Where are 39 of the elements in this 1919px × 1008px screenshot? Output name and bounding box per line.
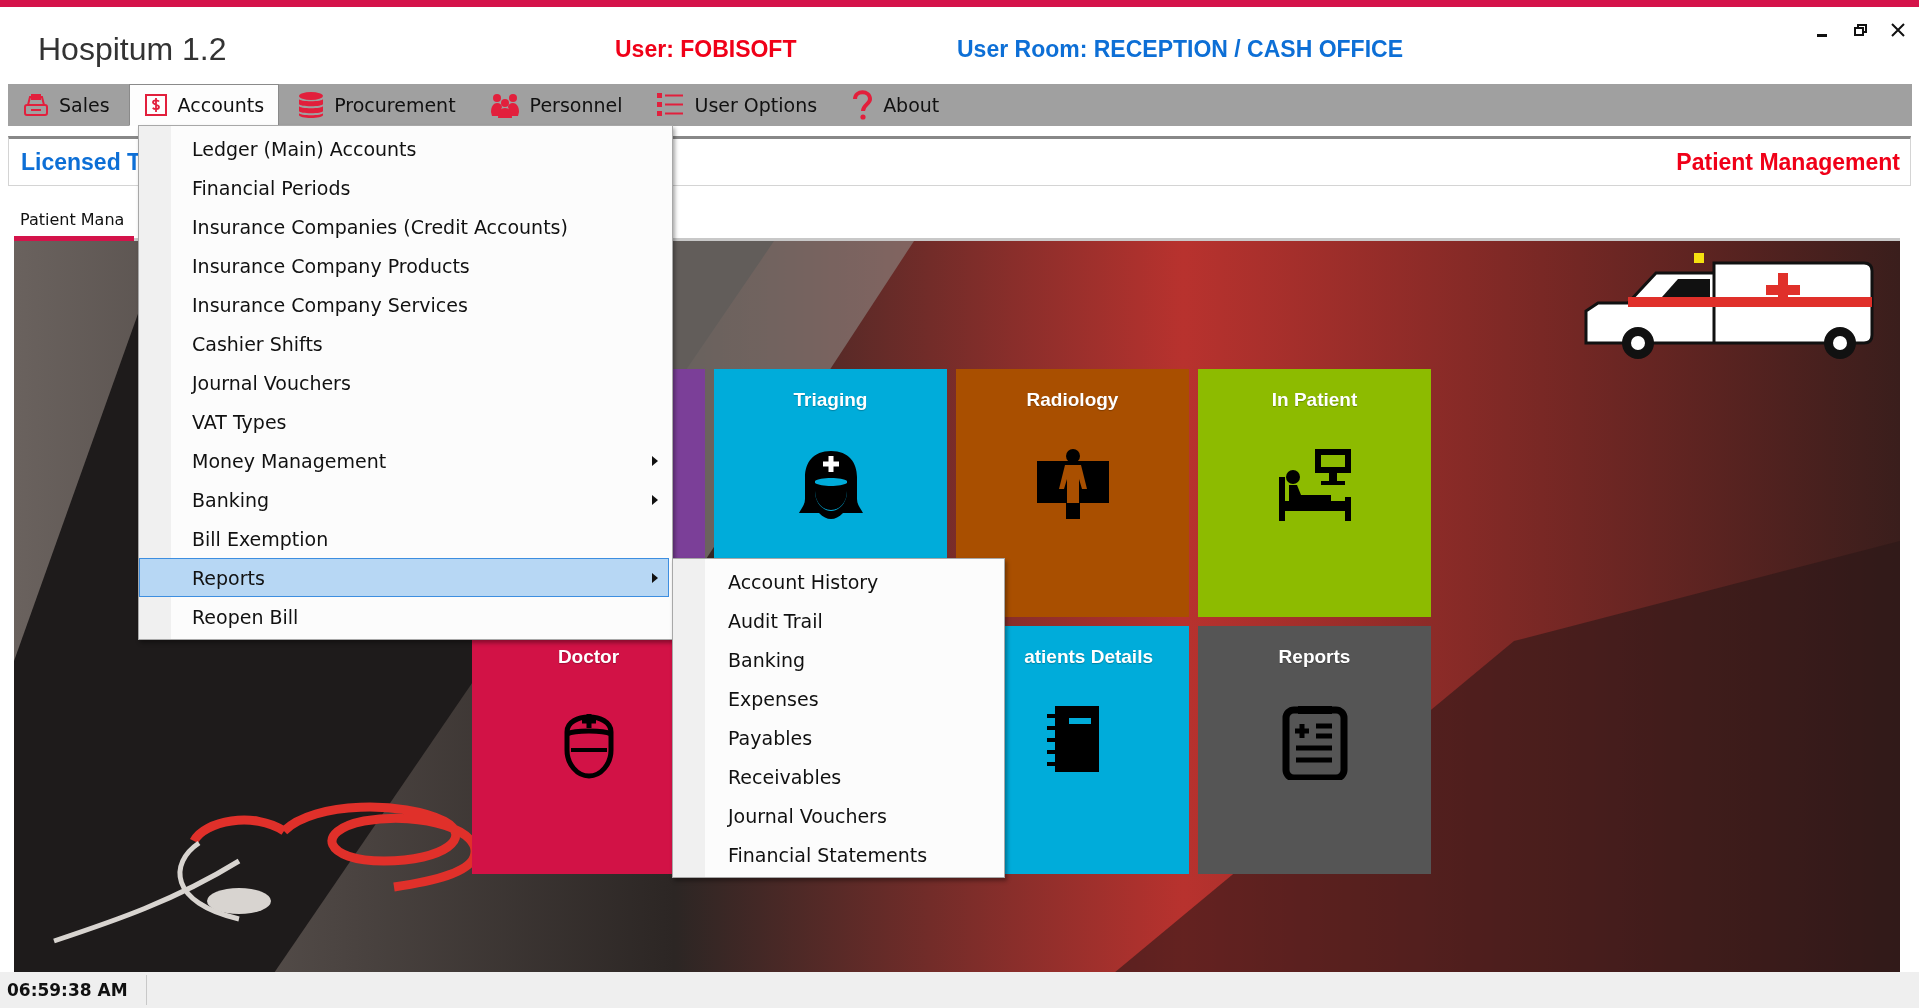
menu-item[interactable]: Cashier Shifts	[139, 324, 669, 363]
menu-item[interactable]: Reports	[139, 558, 669, 597]
menu-item[interactable]: Money Management	[139, 441, 669, 480]
menu-item[interactable]: Journal Vouchers	[139, 363, 669, 402]
menu-item[interactable]: Accounts	[128, 84, 280, 126]
menu-item[interactable]: About	[836, 84, 955, 126]
submenu-arrow-icon	[652, 456, 658, 466]
room-label: User Room: RECEPTION / CASH OFFICE	[957, 36, 1403, 63]
close-icon	[1891, 23, 1905, 37]
submenu-arrow-icon	[652, 573, 658, 583]
list-icon	[656, 92, 685, 118]
question-icon	[851, 90, 874, 120]
minimize-icon	[1817, 33, 1827, 37]
tile[interactable]: Radiology	[956, 369, 1189, 617]
people-icon	[489, 92, 520, 118]
menu-item[interactable]: Ledger (Main) Accounts	[139, 129, 669, 168]
cash-register-icon	[23, 93, 49, 117]
menu-item[interactable]: Financial Periods	[139, 168, 669, 207]
app-title: Hospitum 1.2	[38, 31, 228, 68]
notebook-icon	[1044, 704, 1101, 774]
menu-item[interactable]: VAT Types	[139, 402, 669, 441]
database-icon	[298, 91, 325, 119]
menu-item[interactable]: User Options	[641, 84, 833, 126]
menu-item[interactable]: Bill Exemption	[139, 519, 669, 558]
menu-item[interactable]: Insurance Company Products	[139, 246, 669, 285]
user-label: User: FOBISOFT	[615, 36, 798, 63]
menu-item[interactable]: Insurance Company Services	[139, 285, 669, 324]
menu-item[interactable]: Procurement	[283, 84, 471, 126]
menu-item[interactable]: Sales	[8, 84, 125, 126]
module-title: Patient Management	[1676, 148, 1900, 176]
restore-icon	[1853, 24, 1867, 36]
clipboard-icon	[1281, 704, 1348, 780]
menu-item[interactable]: Personnel	[474, 84, 638, 126]
tile[interactable]: Reports	[1198, 626, 1431, 874]
menu-item[interactable]: Insurance Companies (Credit Accounts)	[139, 207, 669, 246]
submenu-arrow-icon	[652, 495, 658, 505]
clock-text: 06:59:38 AM	[0, 975, 147, 1005]
menu-item[interactable]: Banking	[139, 480, 669, 519]
dollar-icon	[143, 93, 168, 117]
